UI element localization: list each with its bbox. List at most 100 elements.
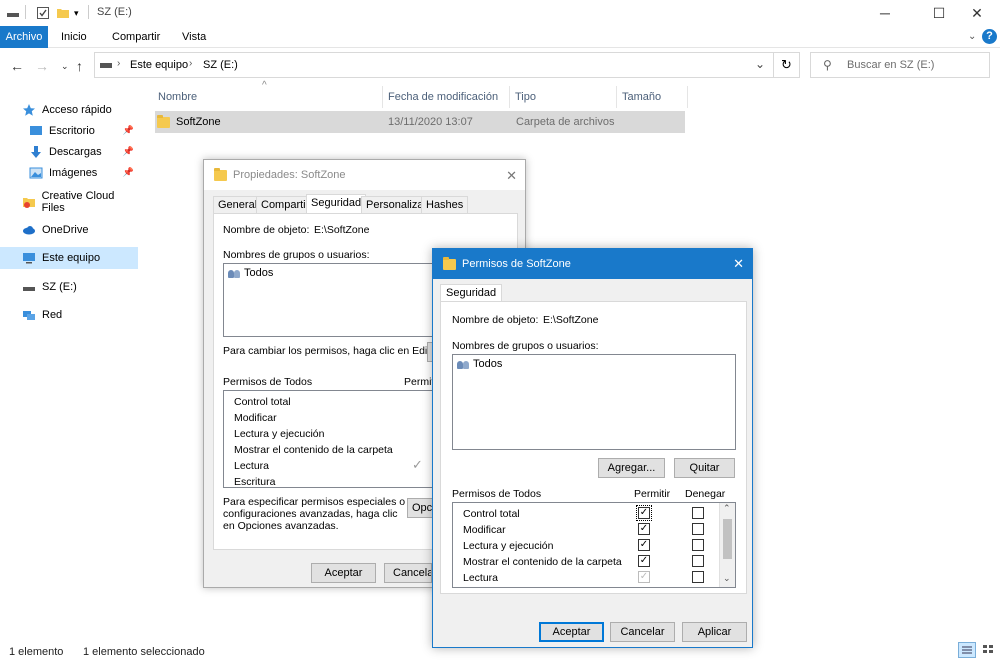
- allow-checkbox-mostrar-contenido[interactable]: ✓: [638, 555, 650, 567]
- cancel-button[interactable]: Cancelar: [384, 563, 432, 583]
- drive-icon: [22, 280, 38, 294]
- deny-checkbox-modificar[interactable]: [692, 523, 704, 535]
- address-bar[interactable]: › Este equipo › SZ (E:) ⌄: [94, 52, 774, 78]
- cancel-button[interactable]: Cancelar: [610, 622, 675, 642]
- tab-vista[interactable]: Vista: [173, 26, 215, 48]
- apply-button[interactable]: Aplicar: [682, 622, 747, 642]
- ok-button[interactable]: Aceptar: [539, 622, 604, 642]
- nav-item-red[interactable]: Red: [0, 304, 138, 326]
- deny-checkbox-lectura[interactable]: [692, 571, 704, 583]
- search-input[interactable]: Buscar en SZ (E:): [847, 59, 934, 71]
- tab-inicio[interactable]: Inicio: [52, 26, 96, 48]
- tab-compartir[interactable]: Compartir: [103, 26, 169, 48]
- scrollbar[interactable]: ⌃ ⌄: [719, 503, 735, 587]
- help-icon[interactable]: ?: [982, 29, 997, 44]
- deny-header: Denegar: [685, 488, 726, 500]
- pin-icon[interactable]: 📌: [123, 146, 134, 157]
- nav-item-label: Acceso rápido: [42, 104, 112, 116]
- tab-hashes[interactable]: Hashes: [421, 196, 469, 213]
- large-icons-view-icon[interactable]: [980, 642, 998, 658]
- perm-modificar: Modificar: [234, 412, 277, 424]
- new-folder-icon[interactable]: [56, 6, 70, 20]
- details-view-icon[interactable]: [958, 642, 976, 658]
- pin-icon[interactable]: 📌: [123, 167, 134, 178]
- status-item-count: 1 elemento: [9, 646, 64, 658]
- allow-checkbox-control-total[interactable]: ✓: [636, 505, 652, 521]
- deny-checkbox-lectura-ejecucion[interactable]: [692, 539, 704, 551]
- breadcrumb-este-equipo[interactable]: Este equipo: [130, 59, 188, 71]
- permissions-dialog: Permisos de SoftZone ✕ Seguridad Nombre …: [432, 248, 753, 648]
- deny-checkbox-mostrar-contenido[interactable]: [692, 555, 704, 567]
- back-arrow-icon[interactable]: ←: [10, 58, 24, 74]
- chevron-down-icon[interactable]: ▾: [74, 8, 88, 22]
- add-button[interactable]: Agregar...: [598, 458, 665, 478]
- tab-seguridad[interactable]: Seguridad: [440, 284, 503, 302]
- tab-archivo[interactable]: Archivo: [0, 26, 48, 48]
- users-icon: [457, 359, 471, 370]
- properties-dialog-title: Propiedades: SoftZone: [233, 169, 346, 181]
- scroll-up-icon[interactable]: ⌃: [723, 503, 731, 514]
- nav-item-label: Imágenes: [49, 167, 98, 179]
- group-name: Todos: [244, 267, 274, 279]
- refresh-button[interactable]: ↻: [774, 52, 800, 78]
- scrollbar-thumb[interactable]: [723, 519, 732, 559]
- scroll-down-icon[interactable]: ⌄: [723, 573, 731, 584]
- close-icon[interactable]: ✕: [733, 256, 744, 272]
- close-icon[interactable]: ✕: [506, 168, 517, 184]
- folder-icon: [443, 256, 456, 270]
- nav-item-este-equipo[interactable]: Este equipo: [0, 247, 138, 269]
- minimize-button[interactable]: ─: [862, 0, 908, 26]
- search-box[interactable]: ⚲ Buscar en SZ (E:): [810, 52, 990, 78]
- column-header-nombre[interactable]: Nombre: [154, 86, 383, 108]
- close-button[interactable]: ✕: [954, 0, 1000, 26]
- allow-checkbox-lectura[interactable]: ✓: [638, 571, 650, 583]
- file-type: Carpeta de archivos: [516, 116, 615, 128]
- deny-checkbox-control-total[interactable]: [692, 507, 704, 519]
- tab-general[interactable]: General: [213, 196, 263, 213]
- table-row[interactable]: SoftZone 13/11/2020 13:07 Carpeta de arc…: [155, 111, 685, 133]
- ok-button[interactable]: Aceptar: [311, 563, 376, 583]
- groups-listbox[interactable]: Todos: [452, 354, 736, 450]
- list-item[interactable]: Todos: [457, 358, 502, 370]
- column-header-fecha[interactable]: Fecha de modificación: [384, 86, 510, 108]
- recent-locations-icon[interactable]: ⌄: [61, 61, 69, 72]
- nav-item-descargas[interactable]: Descargas 📌: [0, 141, 138, 163]
- object-name-value: E:\SoftZone: [543, 314, 599, 326]
- permissions-list: Control total ✓ Modificar ✓ Lectura y ej…: [452, 502, 736, 588]
- allow-checkbox-modificar[interactable]: ✓: [638, 523, 650, 535]
- nav-item-creative-cloud[interactable]: Creative Cloud Files: [0, 190, 138, 214]
- nav-item-escritorio[interactable]: Escritorio 📌: [0, 120, 138, 142]
- nav-item-imagenes[interactable]: Imágenes 📌: [0, 162, 138, 184]
- object-name-label: Nombre de objeto:: [223, 224, 310, 236]
- up-arrow-icon[interactable]: ↑: [76, 58, 83, 74]
- chevron-right-icon[interactable]: ›: [117, 58, 120, 69]
- folder-icon: [214, 167, 227, 181]
- chevron-down-icon[interactable]: ⌄: [968, 31, 976, 42]
- forward-arrow-icon[interactable]: →: [35, 58, 49, 74]
- properties-icon[interactable]: [36, 6, 50, 20]
- chevron-down-icon[interactable]: ⌄: [755, 57, 765, 71]
- permission-row: Lectura ✓: [453, 570, 719, 586]
- drive-icon: [100, 63, 112, 68]
- list-item[interactable]: Todos: [228, 267, 273, 279]
- remove-button[interactable]: Quitar: [674, 458, 735, 478]
- permissions-panel: Nombre de objeto: E:\SoftZone Nombres de…: [440, 301, 747, 594]
- allow-header: Permitir: [634, 488, 671, 500]
- star-icon: [22, 103, 38, 117]
- nav-item-onedrive[interactable]: OneDrive: [0, 219, 138, 241]
- column-header-tamano[interactable]: Tamaño: [618, 86, 688, 108]
- nav-item-label: Creative Cloud Files: [41, 190, 115, 214]
- perm-lectura-ejecucion: Lectura y ejecución: [234, 428, 325, 440]
- column-header-tipo[interactable]: Tipo: [511, 86, 617, 108]
- check-icon: ✓: [412, 457, 423, 472]
- tab-seguridad[interactable]: Seguridad: [306, 194, 367, 214]
- breadcrumb-drive[interactable]: SZ (E:): [203, 59, 238, 71]
- nav-item-sz-drive[interactable]: SZ (E:): [0, 276, 138, 298]
- nav-item-acceso-rapido[interactable]: Acceso rápido: [0, 99, 138, 121]
- allow-checkbox-lectura-ejecucion[interactable]: ✓: [638, 539, 650, 551]
- pin-icon[interactable]: 📌: [123, 125, 134, 136]
- chevron-right-icon[interactable]: ›: [189, 58, 192, 69]
- creative-cloud-icon: [22, 195, 38, 209]
- permission-label: Mostrar el contenido de la carpeta: [463, 556, 622, 568]
- download-icon: [29, 145, 45, 159]
